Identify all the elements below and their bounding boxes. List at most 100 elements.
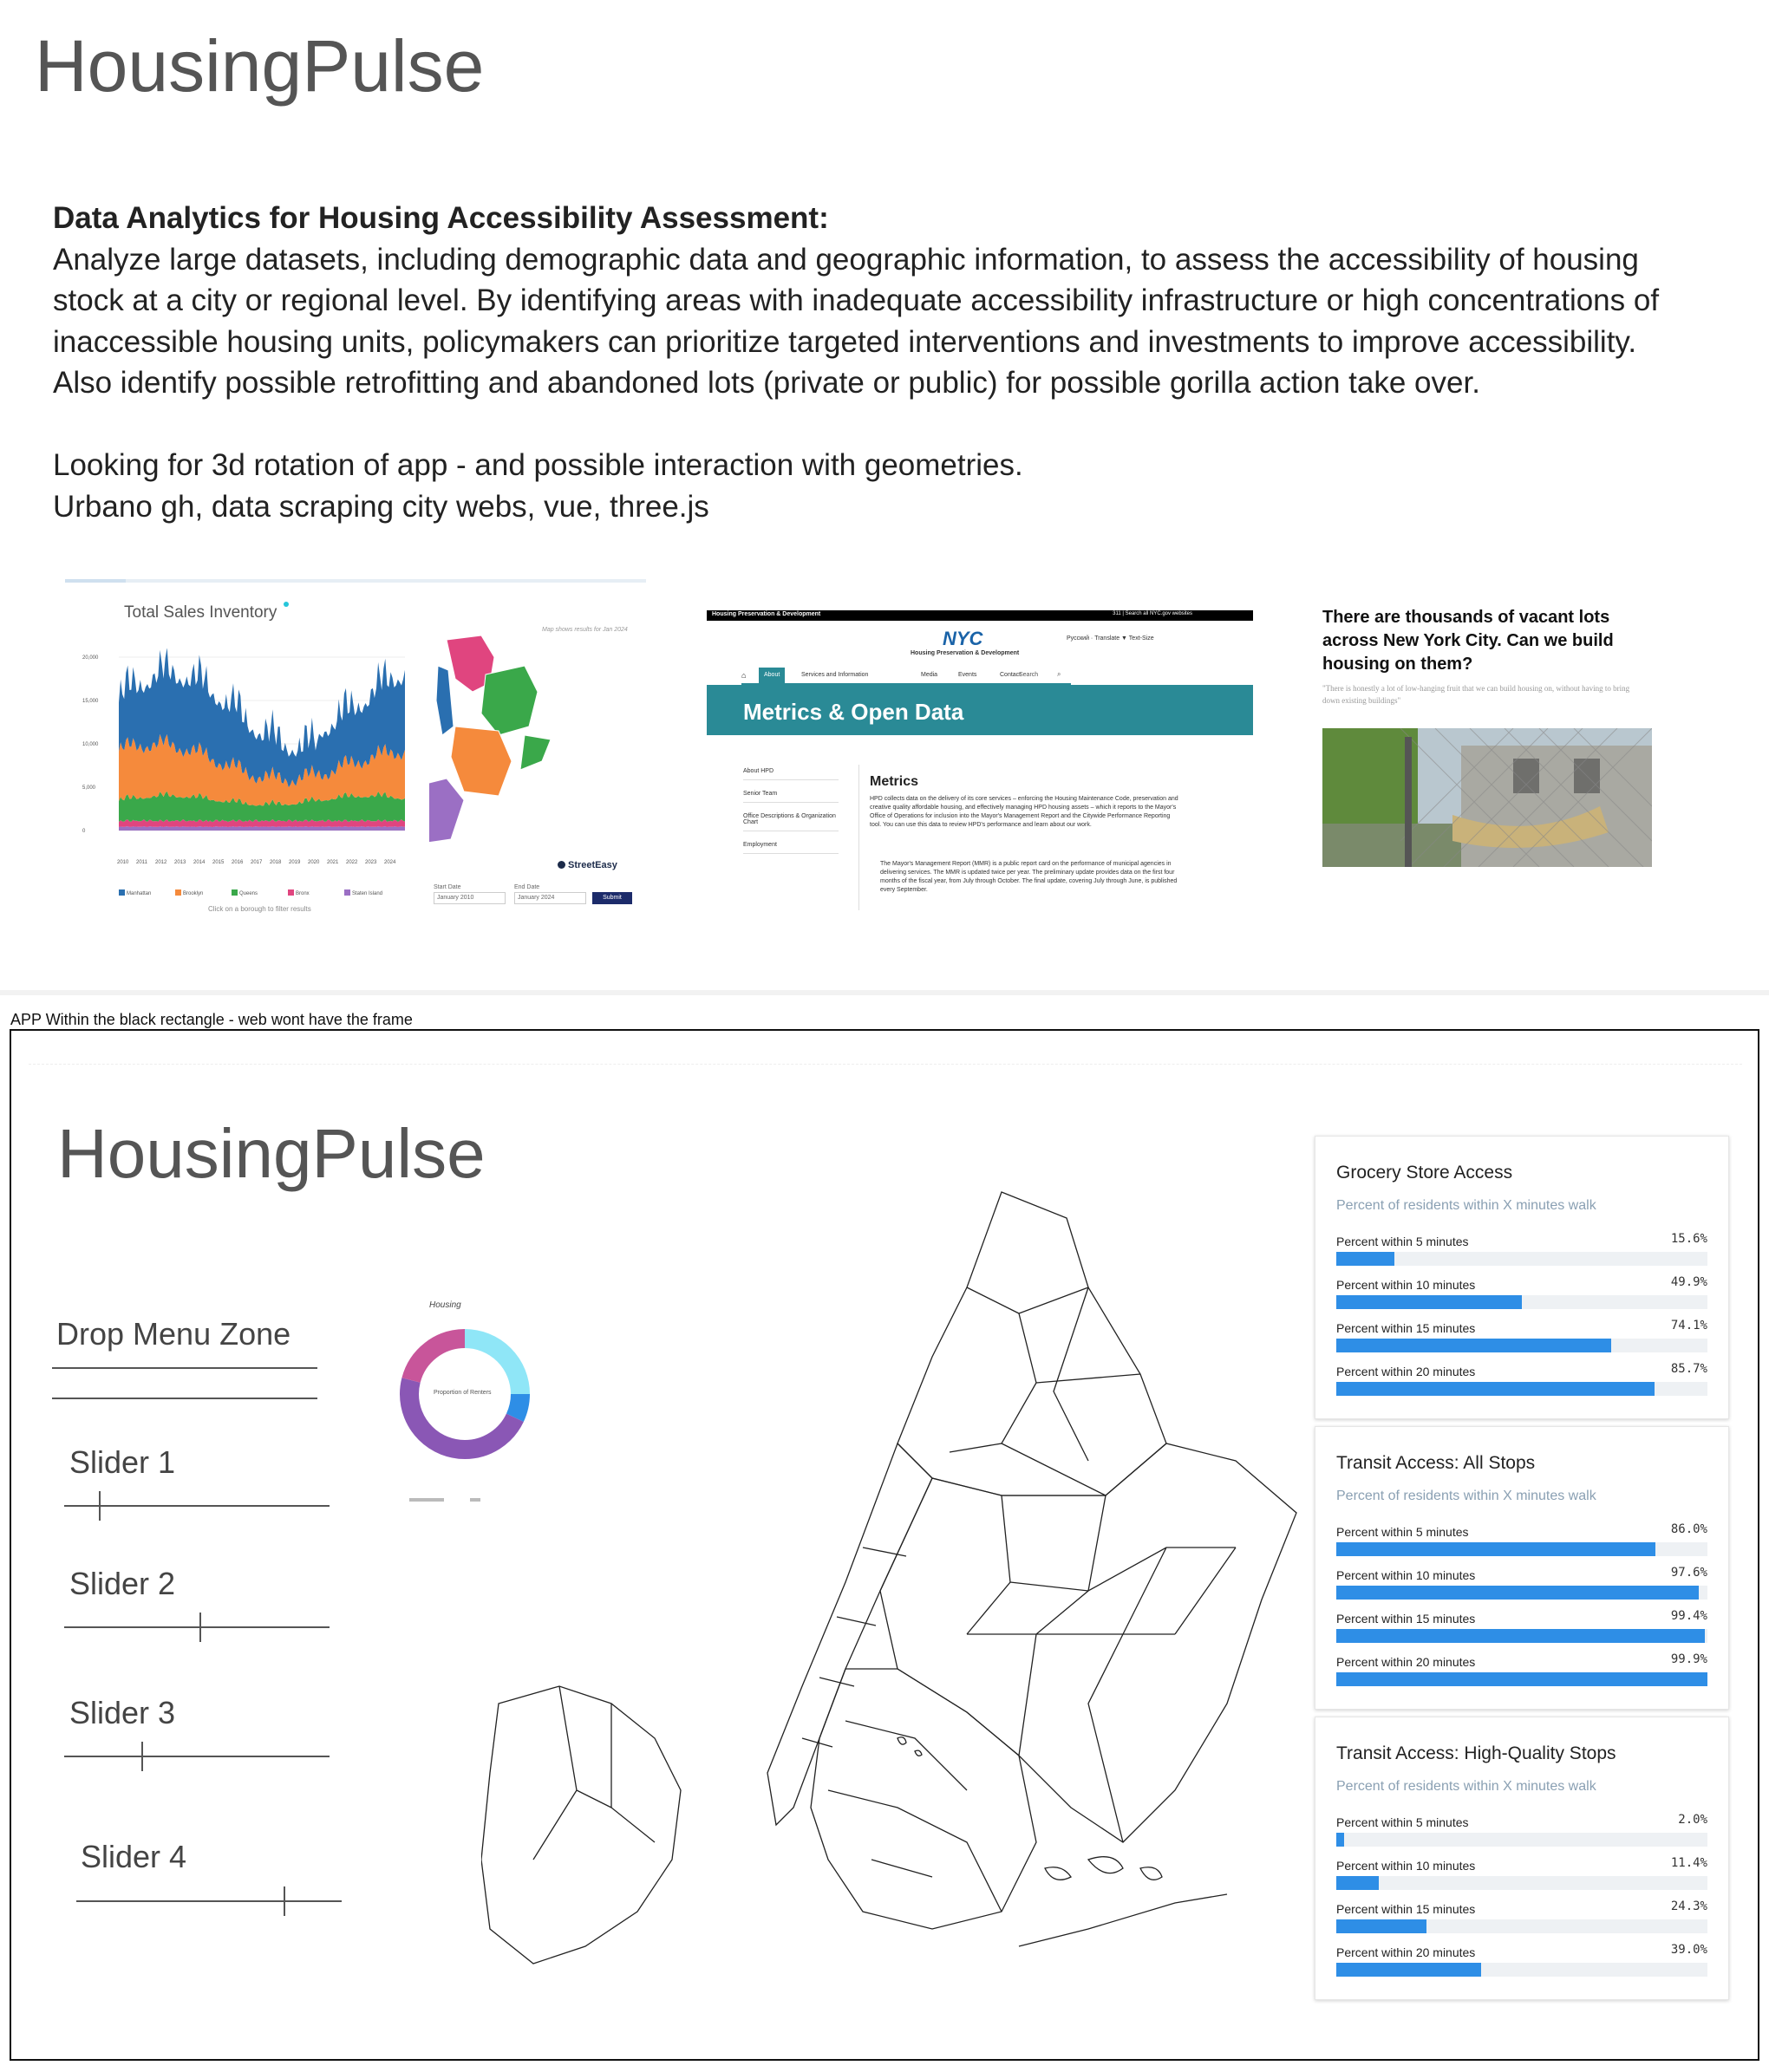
slider-4[interactable] bbox=[76, 1886, 342, 1916]
side-menu-item[interactable]: Employment bbox=[743, 838, 839, 854]
description-line: Looking for 3d rotation of app - and pos… bbox=[53, 448, 1023, 482]
mmr-bullet: The Mayor's Management Report (MMR) is a… bbox=[880, 861, 1178, 893]
metric-value: 15.6% bbox=[1670, 1232, 1707, 1246]
article-quote: "There is honestly a lot of low-hanging … bbox=[1322, 684, 1630, 705]
manhattan-outline bbox=[767, 1442, 933, 1827]
metric-label: Percent within 10 minutes bbox=[1336, 1278, 1476, 1292]
legend-item[interactable]: Manhattan bbox=[119, 889, 151, 896]
slider-2[interactable] bbox=[64, 1613, 330, 1642]
description-line: Analyze large datasets, including demogr… bbox=[53, 242, 1639, 277]
metric-bar-track bbox=[1336, 1252, 1707, 1266]
dropdown-field[interactable] bbox=[52, 1398, 317, 1399]
legend-item bbox=[409, 1498, 444, 1502]
project-description: Data Analytics for Housing Accessibility… bbox=[53, 198, 1735, 527]
metric-value: 86.0% bbox=[1670, 1522, 1707, 1536]
side-menu-item[interactable]: Senior Team bbox=[743, 787, 839, 803]
x-tick-label: 2014 bbox=[193, 860, 206, 865]
slider-thumb[interactable] bbox=[284, 1886, 285, 1916]
legend-item[interactable]: Queens bbox=[232, 889, 258, 896]
x-tick-label: 2010 bbox=[117, 860, 129, 865]
vacant-lot-photo bbox=[1322, 728, 1652, 867]
x-tick-label: 2015 bbox=[212, 860, 225, 865]
metric-bar-fill bbox=[1336, 1252, 1394, 1266]
x-tick-label: 2019 bbox=[289, 860, 301, 865]
search-icon[interactable]: ⌕ bbox=[1057, 670, 1061, 679]
metric-label: Percent within 5 minutes bbox=[1336, 1525, 1469, 1539]
slider-thumb[interactable] bbox=[99, 1491, 101, 1521]
slider-thumb[interactable] bbox=[199, 1613, 201, 1642]
metric-bar-track bbox=[1336, 1382, 1707, 1396]
metric-label: Percent within 5 minutes bbox=[1336, 1815, 1469, 1829]
description-line: Urbano gh, data scraping city webs, vue,… bbox=[53, 489, 709, 524]
metric-label: Percent within 20 minutes bbox=[1336, 1945, 1476, 1959]
x-tick-label: 2022 bbox=[346, 860, 358, 865]
metric-value: 85.7% bbox=[1670, 1362, 1707, 1376]
reference-nyc-hpd-page: Housing Preservation & Development 311 |… bbox=[707, 607, 1253, 910]
metric-bar-track bbox=[1336, 1339, 1707, 1352]
search-input[interactable]: Search bbox=[1019, 672, 1038, 678]
borough-map[interactable] bbox=[429, 631, 603, 848]
metric-value: 39.0% bbox=[1670, 1943, 1707, 1957]
dropdown-label[interactable]: Drop Menu Zone bbox=[56, 1316, 290, 1352]
slider-3[interactable] bbox=[64, 1742, 330, 1771]
side-menu-item[interactable]: Office Descriptions & Organization Chart bbox=[743, 810, 839, 831]
metric-bar-fill bbox=[1336, 1672, 1707, 1686]
transit-all-stops-panel: Transit Access: All Stops Percent of res… bbox=[1315, 1426, 1729, 1710]
page-banner: Metrics & Open Data bbox=[707, 685, 1253, 735]
metric-value: 99.4% bbox=[1670, 1609, 1707, 1623]
x-tick-label: 2023 bbox=[365, 860, 377, 865]
frame-note: APP Within the black rectangle - web won… bbox=[10, 1011, 413, 1028]
x-tick-label: 2020 bbox=[308, 860, 320, 865]
metric-row: Percent within 5 minutes 15.6% bbox=[1336, 1232, 1707, 1276]
metric-label: Percent within 15 minutes bbox=[1336, 1321, 1476, 1335]
panel-title: Transit Access: High-Quality Stops bbox=[1336, 1743, 1616, 1763]
metric-bar-fill bbox=[1336, 1919, 1426, 1933]
side-menu-item[interactable]: About HPD bbox=[743, 765, 839, 780]
x-tick-label: 2012 bbox=[155, 860, 167, 865]
start-date-input[interactable]: January 2010 bbox=[434, 892, 506, 904]
description-line: stock at a city or regional level. By id… bbox=[53, 283, 1660, 317]
metric-value: 74.1% bbox=[1670, 1319, 1707, 1332]
slider-1[interactable] bbox=[64, 1491, 330, 1521]
submit-button[interactable]: Submit bbox=[592, 892, 632, 904]
metric-row: Percent within 5 minutes 2.0% bbox=[1336, 1813, 1707, 1857]
area-band[interactable] bbox=[119, 826, 405, 831]
end-date-label: End Date bbox=[514, 884, 540, 890]
metric-bar-fill bbox=[1336, 1833, 1344, 1847]
slider-2-label: Slider 2 bbox=[69, 1566, 176, 1601]
metric-value: 2.0% bbox=[1678, 1813, 1707, 1827]
nav-item[interactable]: Services and Information bbox=[796, 668, 873, 683]
panel-subtitle: Percent of residents within X minutes wa… bbox=[1336, 1779, 1596, 1794]
info-dot-icon bbox=[284, 602, 289, 607]
streeteasy-logo-icon bbox=[558, 861, 565, 869]
metric-bar-track bbox=[1336, 1919, 1707, 1933]
legend-item[interactable]: Bronx bbox=[288, 889, 310, 896]
home-icon[interactable]: ⌂ bbox=[741, 671, 746, 680]
donut-title: Housing bbox=[429, 1300, 461, 1310]
metric-label: Percent within 15 minutes bbox=[1336, 1902, 1476, 1916]
y-tick-label: 0 bbox=[82, 829, 86, 834]
metric-bar-fill bbox=[1336, 1295, 1522, 1309]
legend-item[interactable]: Staten Island bbox=[344, 889, 382, 896]
topbar-links[interactable]: 311 | Search all NYC.gov websites bbox=[1113, 611, 1192, 616]
x-tick-label: 2011 bbox=[136, 860, 147, 865]
end-date-input[interactable]: January 2024 bbox=[514, 892, 586, 904]
stacked-area-chart: 20,000 15,000 10,000 5,000 0 bbox=[82, 648, 405, 834]
x-tick-label: 2017 bbox=[251, 860, 263, 865]
nyc-neighborhood-map[interactable] bbox=[481, 1183, 1305, 1985]
slider-thumb[interactable] bbox=[141, 1742, 143, 1771]
metric-value: 24.3% bbox=[1670, 1899, 1707, 1913]
legend-item bbox=[470, 1498, 480, 1502]
panel-subtitle: Percent of residents within X minutes wa… bbox=[1336, 1198, 1596, 1213]
legend-item[interactable]: Brooklyn bbox=[175, 889, 203, 896]
nav-item[interactable]: Media bbox=[916, 668, 943, 683]
metric-bar-track bbox=[1336, 1833, 1707, 1847]
metric-bar-track bbox=[1336, 1672, 1707, 1686]
nav-item[interactable]: About bbox=[759, 668, 786, 683]
y-tick-label: 15,000 bbox=[82, 699, 99, 704]
nav-item[interactable]: Events bbox=[953, 668, 982, 683]
nyc-logo: NYC bbox=[943, 628, 983, 649]
translate-bar[interactable]: Русский · Translate ▼ Text-Size bbox=[1067, 635, 1154, 642]
brand-logo: StreetEasy bbox=[558, 860, 617, 870]
metric-bar-fill bbox=[1336, 1876, 1379, 1890]
